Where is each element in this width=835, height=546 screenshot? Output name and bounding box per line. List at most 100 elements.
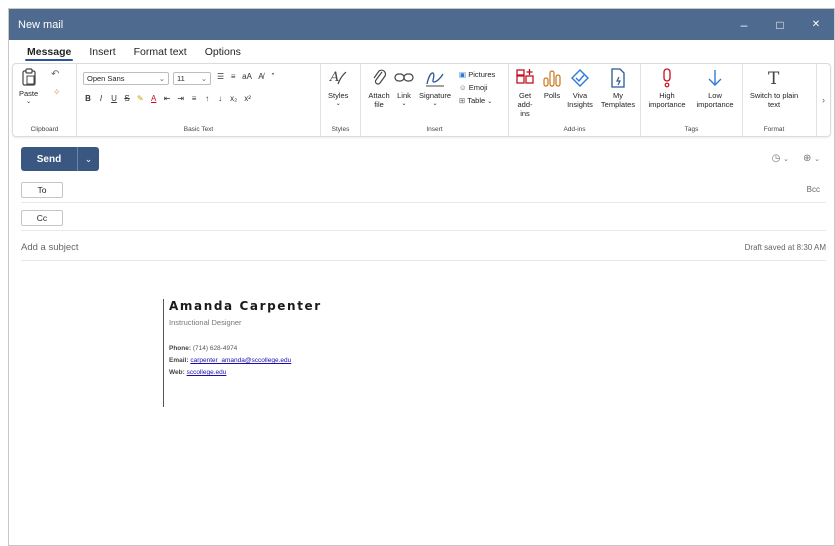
email-link[interactable]: carpenter_amanda@sccollege.edu <box>190 357 291 364</box>
plain-text-icon: T <box>768 69 780 88</box>
email-label: Email: <box>169 357 189 364</box>
font-size-select[interactable]: 11 ⌄ <box>173 72 211 85</box>
font-case-icon[interactable]: aA <box>242 72 252 81</box>
web-label: Web: <box>169 369 185 376</box>
chevron-down-icon: ⌄ <box>158 74 165 83</box>
numbering-icon[interactable]: ≡ <box>230 72 236 81</box>
signature-button[interactable]: Signature ⌄ <box>419 68 451 109</box>
pictures-button[interactable]: ▣ Pictures <box>459 68 495 81</box>
zoom-button[interactable]: ⊕ ⌄ <box>803 153 820 164</box>
svg-text:T: T <box>768 69 780 88</box>
viva-insights-button[interactable]: Viva Insights <box>565 68 595 109</box>
superscript-icon[interactable]: x² <box>244 94 251 103</box>
subject-input[interactable]: Add a subject <box>21 242 79 253</box>
emoji-button[interactable]: ☺ Emoji <box>459 81 495 94</box>
quote-icon[interactable]: ” <box>270 72 276 81</box>
close-button[interactable]: ✕ <box>798 9 834 40</box>
signature-email: Email: carpenter_amanda@sccollege.edu <box>169 357 322 365</box>
ribbon: Paste ⌄ ↶ ✧ Clipboard Open Sans ⌄ 11 ⌄ ☰… <box>12 63 831 137</box>
tab-message[interactable]: Message <box>18 46 80 61</box>
clear-formatting-icon[interactable]: A̸ <box>258 72 264 81</box>
table-icon: ⊞ <box>459 96 466 105</box>
signature-name: Amanda Carpenter <box>169 299 322 313</box>
tab-format-text[interactable]: Format text <box>125 46 196 61</box>
outdent-icon[interactable]: ⇤ <box>164 94 171 103</box>
low-importance-label: Low importance <box>696 91 734 109</box>
subject-row: Add a subject Draft saved at 8:30 AM <box>21 235 826 261</box>
send-group: Send ⌄ <box>21 147 99 171</box>
indent-icon[interactable]: ⇥ <box>177 94 184 103</box>
italic-icon[interactable]: I <box>98 94 104 103</box>
my-templates-button[interactable]: My Templates <box>599 68 637 109</box>
maximize-button[interactable]: □ <box>762 9 798 40</box>
styles-label: Styles <box>328 91 349 100</box>
switch-plain-text-button[interactable]: T Switch to plain text <box>747 68 801 109</box>
font-name-select[interactable]: Open Sans ⌄ <box>83 72 169 85</box>
bcc-link[interactable]: Bcc <box>807 185 820 194</box>
tab-options[interactable]: Options <box>196 46 250 61</box>
undo-icon[interactable]: ↶ <box>51 69 59 80</box>
ribbon-tabs: Message Insert Format text Options <box>9 40 834 61</box>
high-importance-button[interactable]: High importance <box>645 68 689 109</box>
to-button[interactable]: To <box>21 181 63 198</box>
viva-insights-icon <box>571 69 589 87</box>
line-spacing-up-icon[interactable]: ↑ <box>204 94 210 103</box>
format-painter-icon[interactable]: ✧ <box>53 87 61 98</box>
cc-row[interactable]: Cc <box>21 205 826 231</box>
cc-button[interactable]: Cc <box>21 209 63 226</box>
group-tags: High importance Low importance Tags <box>641 64 743 136</box>
window-title: New mail <box>18 18 64 31</box>
svg-text:A: A <box>329 70 339 85</box>
to-row[interactable]: To Bcc <box>21 177 826 203</box>
link-button[interactable]: Link ⌄ <box>394 68 414 109</box>
attach-file-button[interactable]: Attach file <box>366 68 392 109</box>
subscript-icon[interactable]: x₂ <box>230 94 237 103</box>
paste-button[interactable]: Paste ⌄ <box>19 68 38 107</box>
table-button[interactable]: ⊞ Table ⌄ <box>459 94 495 109</box>
chevron-down-icon: ⌄ <box>200 74 207 83</box>
send-button[interactable]: Send <box>21 147 77 171</box>
align-icon[interactable]: ≡ <box>191 94 197 103</box>
title-bar: New mail – □ ✕ <box>9 9 834 40</box>
underline-icon[interactable]: U <box>111 94 117 103</box>
sensitivity-button[interactable]: ◷ ⌄ <box>772 153 789 164</box>
low-importance-button[interactable]: Low importance <box>693 68 737 109</box>
line-spacing-down-icon[interactable]: ↓ <box>217 94 223 103</box>
phone-label: Phone: <box>169 345 192 352</box>
minimize-button[interactable]: – <box>726 9 762 40</box>
email-signature[interactable]: Amanda Carpenter Instructional Designer … <box>163 299 322 407</box>
attach-file-label: Attach file <box>368 91 390 109</box>
font-name-value: Open Sans <box>87 74 125 83</box>
group-clipboard: Paste ⌄ ↶ ✧ Clipboard <box>13 64 77 136</box>
table-label: Table <box>467 96 486 105</box>
zoom-in-icon: ⊕ <box>802 153 812 164</box>
get-addins-label: Get add-ins <box>517 91 533 118</box>
link-icon <box>394 73 414 82</box>
insert-group-label: Insert <box>426 126 443 133</box>
styles-button[interactable]: A Styles ⌄ <box>328 68 348 109</box>
paperclip-icon <box>373 69 387 85</box>
bullets-icon[interactable]: ☰ <box>217 72 224 81</box>
bold-icon[interactable]: B <box>85 94 91 103</box>
send-options-button[interactable]: ⌄ <box>77 147 99 171</box>
emoji-label: Emoji <box>468 83 488 92</box>
font-color-icon[interactable]: A <box>151 94 157 103</box>
arrow-down-icon <box>708 70 722 86</box>
strikethrough-icon[interactable]: S <box>124 94 130 103</box>
signature-phone: Phone: (714) 628-4974 <box>169 345 322 353</box>
get-addins-button[interactable]: Get add-ins <box>513 68 537 118</box>
group-format: T Switch to plain text Format <box>743 64 805 136</box>
insert-small-list: ▣ Pictures ☺ Emoji ⊞ Table ⌄ <box>459 68 495 109</box>
tags-group-label: Tags <box>684 126 699 133</box>
highlight-icon[interactable]: ✎ <box>137 94 144 103</box>
group-insert: Attach file Link ⌄ Signature ⌄ ▣ Picture… <box>361 64 509 136</box>
group-styles: A Styles ⌄ Styles <box>321 64 361 136</box>
polls-label: Polls <box>543 91 561 100</box>
polls-button[interactable]: Polls <box>542 68 562 100</box>
clipboard-group-label: Clipboard <box>30 126 59 133</box>
tab-insert[interactable]: Insert <box>80 46 124 61</box>
font-size-value: 11 <box>177 74 185 83</box>
signature-label: Signature <box>419 91 452 100</box>
ribbon-scroll-right-icon[interactable]: › <box>816 64 830 136</box>
web-link[interactable]: sccollege.edu <box>187 369 227 376</box>
